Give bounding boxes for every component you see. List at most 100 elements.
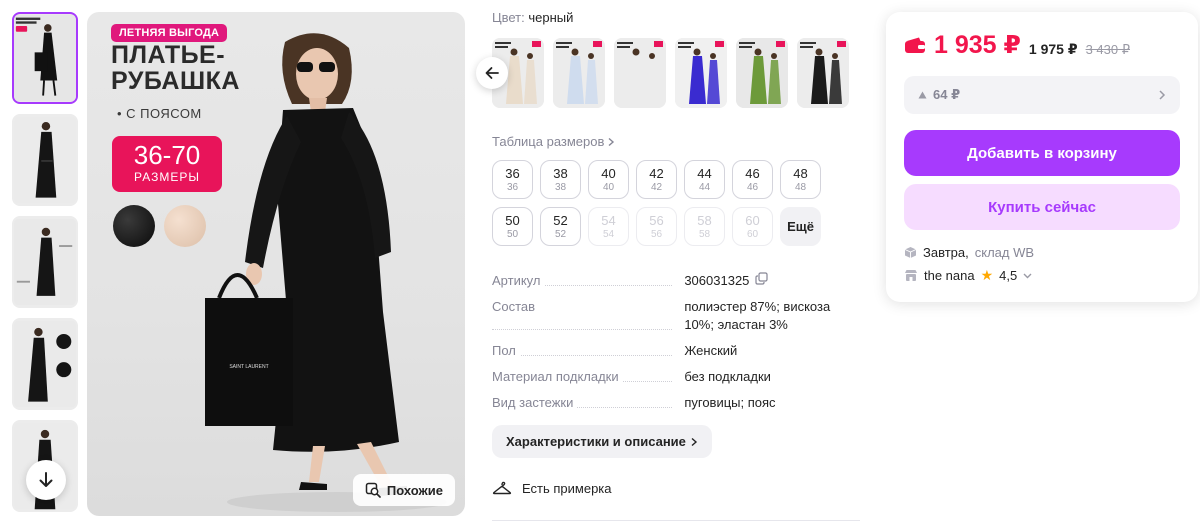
size-option[interactable]: 50 50 <box>492 207 533 246</box>
similar-products-button[interactable]: Похожие <box>352 474 455 506</box>
delivery-info: Завтра, склад WB <box>904 245 1034 260</box>
size-eu: 38 <box>554 181 567 193</box>
color-variant-image <box>614 38 666 108</box>
box-icon <box>904 247 917 258</box>
color-variant[interactable] <box>553 38 605 108</box>
param-key: Материал подкладки <box>492 369 623 384</box>
size-ru: 58 <box>697 212 712 228</box>
color-variant[interactable] <box>797 38 849 108</box>
promo-badge: ЛЕТНЯЯ ВЫГОДА <box>111 24 228 42</box>
current-price-value: 1 935 ₽ <box>934 31 1021 59</box>
color-variant[interactable] <box>675 38 727 108</box>
param-value: полиэстер 87%; вискоза 10%; эластан 3% <box>684 299 831 332</box>
size-range-label: РАЗМЕРЫ <box>134 170 200 184</box>
wallet-icon <box>905 37 925 53</box>
size-eu: 50 <box>506 228 519 240</box>
size-eu: 52 <box>554 228 567 240</box>
thumbnail[interactable] <box>12 318 78 410</box>
size-option[interactable]: 48 48 <box>780 160 821 199</box>
more-sizes-label: Ещё <box>787 219 814 234</box>
buy-now-button[interactable]: Купить сейчас <box>904 184 1180 230</box>
arrow-left-icon <box>485 67 499 79</box>
bonus-row[interactable]: 64 ₽ <box>904 76 1180 114</box>
size-ru: 44 <box>697 165 712 181</box>
copy-icon[interactable] <box>755 272 769 285</box>
size-range-value: 36-70 <box>133 140 201 170</box>
buy-card: 1 935 ₽ 1 975 ₽ 3 430 ₽ 64 ₽ Добавить в … <box>886 12 1198 302</box>
size-eu: 48 <box>794 181 807 193</box>
color-value: черный <box>528 10 574 25</box>
color-variant[interactable] <box>736 38 788 108</box>
color-swatch-black <box>113 205 155 247</box>
color-label: Цвет: <box>492 10 525 25</box>
size-table-label: Таблица размеров <box>492 134 605 149</box>
size-range-badge: 36-70 РАЗМЕРЫ <box>112 136 222 192</box>
image-search-icon <box>365 482 381 498</box>
param-value-cell: без подкладки <box>684 368 852 386</box>
color-variant-image <box>797 38 849 108</box>
size-option[interactable]: 44 44 <box>684 160 725 199</box>
price-without-wallet: 1 975 ₽ <box>1028 41 1078 57</box>
param-value-cell: полиэстер 87%; вискоза 10%; эластан 3% <box>684 298 852 334</box>
size-option: 60 60 <box>732 207 773 246</box>
similar-products-label: Похожие <box>386 482 443 498</box>
details-button-label: Характеристики и описание <box>506 434 686 449</box>
bonus-value: 64 ₽ <box>933 87 961 102</box>
chevron-right-icon <box>691 437 697 446</box>
size-ru: 36 <box>505 165 520 181</box>
size-ru: 54 <box>601 212 616 228</box>
param-key: Артикул <box>492 273 545 288</box>
size-eu: 54 <box>602 228 615 240</box>
size-option: 56 56 <box>636 207 677 246</box>
thumbnail-image <box>14 320 76 408</box>
size-option[interactable]: 36 36 <box>492 160 533 199</box>
star-icon: ★ <box>980 267 994 283</box>
color-swatch-beige <box>164 205 206 247</box>
thumbnail[interactable] <box>12 216 78 308</box>
main-product-image[interactable]: SAINT LAURENT ЛЕТНЯЯ ВЫГОДА ПЛАТЬЕ-РУБАШ… <box>87 12 465 516</box>
details-button[interactable]: Характеристики и описание <box>492 425 712 458</box>
bonus-info: 64 ₽ <box>918 87 960 103</box>
product-params: Артикул 306031325 Состав полиэстер 87%; вис… <box>492 272 852 420</box>
size-option[interactable]: 42 42 <box>636 160 677 199</box>
thumbnail[interactable] <box>12 114 78 206</box>
chevron-right-icon <box>1159 90 1166 100</box>
delivery-warehouse: склад WB <box>974 245 1035 260</box>
size-ru: 56 <box>649 212 664 228</box>
color-variant-image <box>553 38 605 108</box>
param-value: 306031325 <box>684 273 750 288</box>
seller-rating: 4,5 <box>999 268 1018 283</box>
price-row: 1 935 ₽ 1 975 ₽ 3 430 ₽ <box>904 30 1130 60</box>
color-variant[interactable] <box>614 38 666 108</box>
old-price: 3 430 ₽ <box>1085 42 1130 57</box>
size-option[interactable]: 46 46 <box>732 160 773 199</box>
image-product-title: ПЛАТЬЕ-РУБАШКА <box>111 41 240 95</box>
thumbnail[interactable] <box>12 12 78 104</box>
param-key-cell: Пол <box>492 342 684 360</box>
color-variants-prev-button[interactable] <box>476 57 508 89</box>
size-option[interactable]: 38 38 <box>540 160 581 199</box>
thumbnail-strip <box>12 12 80 522</box>
size-table-link[interactable]: Таблица размеров <box>492 134 615 149</box>
param-value: пуговицы; пояс <box>684 395 776 410</box>
size-option[interactable]: 52 52 <box>540 207 581 246</box>
seller-name[interactable]: the nana <box>924 268 975 283</box>
param-value-cell: пуговицы; пояс <box>684 394 852 412</box>
color-variant-image <box>675 38 727 108</box>
seller-info[interactable]: the nana ★ 4,5 <box>904 267 1032 284</box>
image-product-feature: • С ПОЯСОМ <box>117 106 202 121</box>
size-eu: 42 <box>650 181 663 193</box>
thumbnail-image <box>14 14 76 102</box>
chevron-down-icon[interactable] <box>1023 273 1032 279</box>
more-sizes-button[interactable]: Ещё <box>780 207 821 246</box>
param-row: Материал подкладки без подкладки <box>492 368 852 386</box>
size-ru: 40 <box>601 165 616 181</box>
size-eu: 36 <box>506 181 519 193</box>
param-key: Пол <box>492 343 520 358</box>
add-to-cart-button[interactable]: Добавить в корзину <box>904 130 1180 176</box>
size-ru: 50 <box>505 212 520 228</box>
thumbnails-scroll-down-button[interactable] <box>26 460 66 500</box>
size-eu: 40 <box>602 181 615 193</box>
size-option[interactable]: 40 40 <box>588 160 629 199</box>
fitting-info: Есть примерка <box>492 480 612 496</box>
